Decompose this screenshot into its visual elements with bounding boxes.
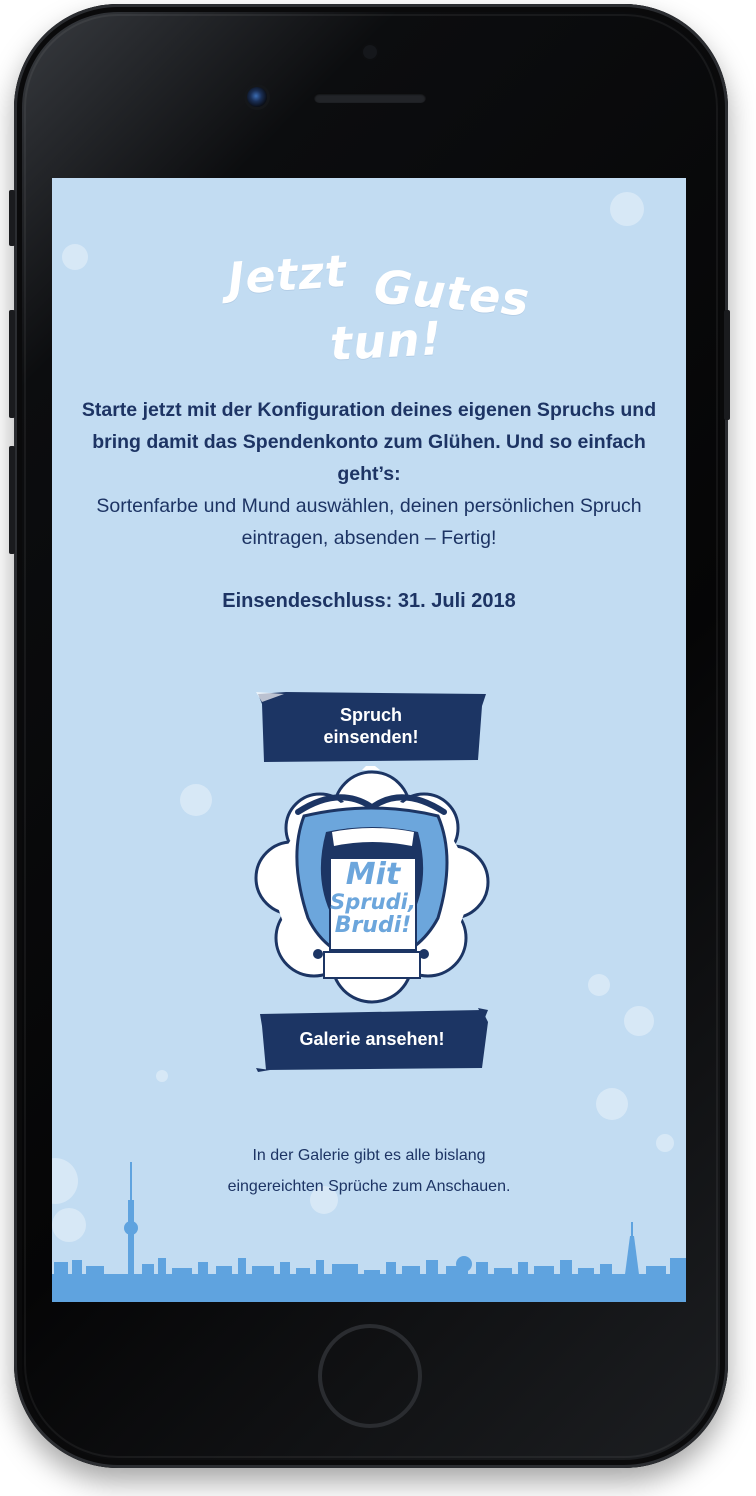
front-camera-icon <box>247 87 267 107</box>
hero-title-jetzt: Jetzt <box>226 245 349 306</box>
bubble-decoration <box>596 1088 628 1120</box>
mascot-line3: Brudi! <box>334 913 412 938</box>
proximity-sensor <box>363 45 377 59</box>
city-skyline-icon <box>52 1162 686 1302</box>
submit-line1: Spruch <box>339 705 402 725</box>
mascot: Mit Sprudi, Brudi! <box>248 766 494 1006</box>
bubble-decoration <box>62 244 88 270</box>
intro-text: Starte jetzt mit der Konfiguration deine… <box>80 394 658 554</box>
volume-up-button <box>9 310 15 418</box>
mascot-line2: Sprudi, <box>330 890 416 914</box>
bubble-decoration <box>624 1006 654 1036</box>
deadline-text: Einsendeschluss: 31. Juli 2018 <box>222 590 516 612</box>
bubble-decoration <box>180 784 212 816</box>
mute-switch <box>9 190 15 246</box>
gallery-button[interactable]: Galerie ansehen! <box>256 1008 488 1072</box>
volume-down-button <box>9 446 15 554</box>
submit-button-label: Spruch einsenden! <box>256 704 486 748</box>
mascot-sign-text: Mit Sprudi, Brudi! <box>330 860 416 938</box>
power-button <box>724 310 730 420</box>
bubble-decoration <box>610 192 644 226</box>
home-button[interactable] <box>318 1324 422 1428</box>
submit-button[interactable]: Spruch einsenden! <box>256 692 486 764</box>
submit-line2: einsenden! <box>323 727 419 747</box>
gallery-button-label: Galerie ansehen! <box>299 1029 445 1049</box>
bubble-decoration <box>156 1070 168 1082</box>
earpiece-speaker <box>314 93 426 103</box>
bubble-decoration <box>588 974 610 996</box>
screen: Jetzt Gutes tun! Starte jetzt mit der Ko… <box>52 178 686 1302</box>
intro-regular: Sortenfarbe und Mund auswählen, deinen p… <box>96 495 642 549</box>
hero-title-tun: tun! <box>328 311 444 371</box>
mascot-line1: Mit <box>345 857 401 892</box>
intro-bold: Starte jetzt mit der Konfiguration deine… <box>81 399 657 485</box>
